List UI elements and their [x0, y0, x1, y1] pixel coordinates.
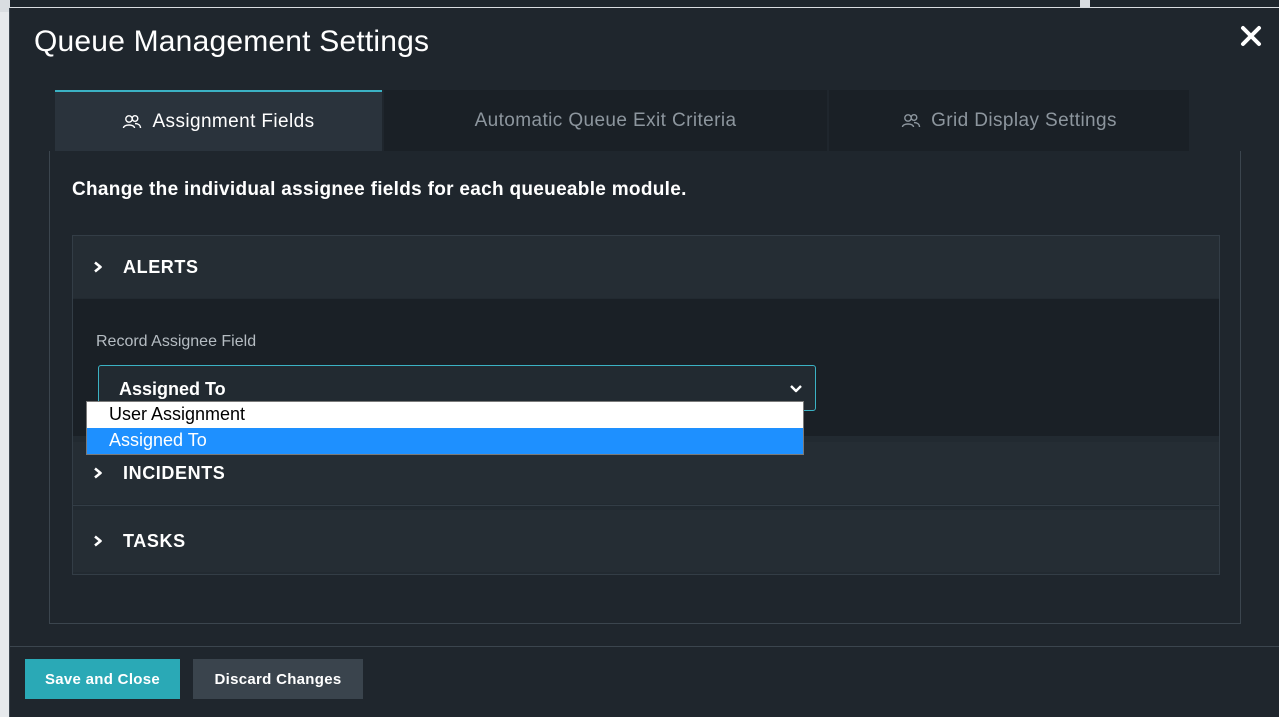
tab-label: Assignment Fields — [152, 111, 315, 132]
save-and-close-button[interactable]: Save and Close — [25, 659, 180, 699]
close-icon — [1241, 26, 1261, 46]
tab-bar: Assignment Fields Automatic Queue Exit C… — [55, 90, 1241, 152]
users-icon — [901, 113, 921, 129]
accordion-label: INCIDENTS — [123, 462, 226, 483]
accordion-header-tasks[interactable]: TASKS — [73, 510, 1219, 572]
tab-grid-display-settings[interactable]: Grid Display Settings — [829, 90, 1189, 152]
chevron-right-icon — [93, 467, 103, 479]
dropdown-option-assigned-to[interactable]: Assigned To — [87, 428, 803, 454]
chevron-down-icon — [789, 381, 803, 399]
users-icon — [122, 114, 142, 130]
accordion-label: ALERTS — [123, 256, 199, 277]
accordion-divider — [73, 505, 1219, 506]
select-value: Assigned To — [119, 379, 226, 399]
assignment-fields-panel: Change the individual assignee fields fo… — [49, 151, 1241, 624]
tab-label: Grid Display Settings — [931, 110, 1117, 131]
tab-assignment-fields[interactable]: Assignment Fields — [55, 90, 382, 152]
chevron-right-icon — [93, 535, 103, 547]
background-bar — [1090, 0, 1279, 7]
accordion-header-alerts[interactable]: ALERTS — [73, 236, 1219, 298]
tab-automatic-queue-exit-criteria[interactable]: Automatic Queue Exit Criteria — [384, 90, 827, 152]
close-button[interactable] — [1237, 22, 1265, 50]
background-bar — [10, 0, 1080, 7]
discard-changes-button[interactable]: Discard Changes — [193, 659, 363, 699]
chevron-right-icon — [93, 261, 103, 273]
dropdown-option-user-assignment[interactable]: User Assignment — [87, 402, 803, 428]
panel-description: Change the individual assignee fields fo… — [72, 179, 687, 200]
tab-label: Automatic Queue Exit Criteria — [474, 110, 737, 131]
field-label: Record Assignee Field — [96, 333, 257, 350]
accordion-label: TASKS — [123, 530, 186, 551]
modal-footer: Save and Close Discard Changes — [10, 646, 1279, 717]
assignee-options-dropdown: User Assignment Assigned To — [86, 401, 804, 455]
modal-title: Queue Management Settings — [34, 25, 430, 58]
queue-settings-modal: Queue Management Settings Assignment Fie… — [9, 8, 1279, 717]
